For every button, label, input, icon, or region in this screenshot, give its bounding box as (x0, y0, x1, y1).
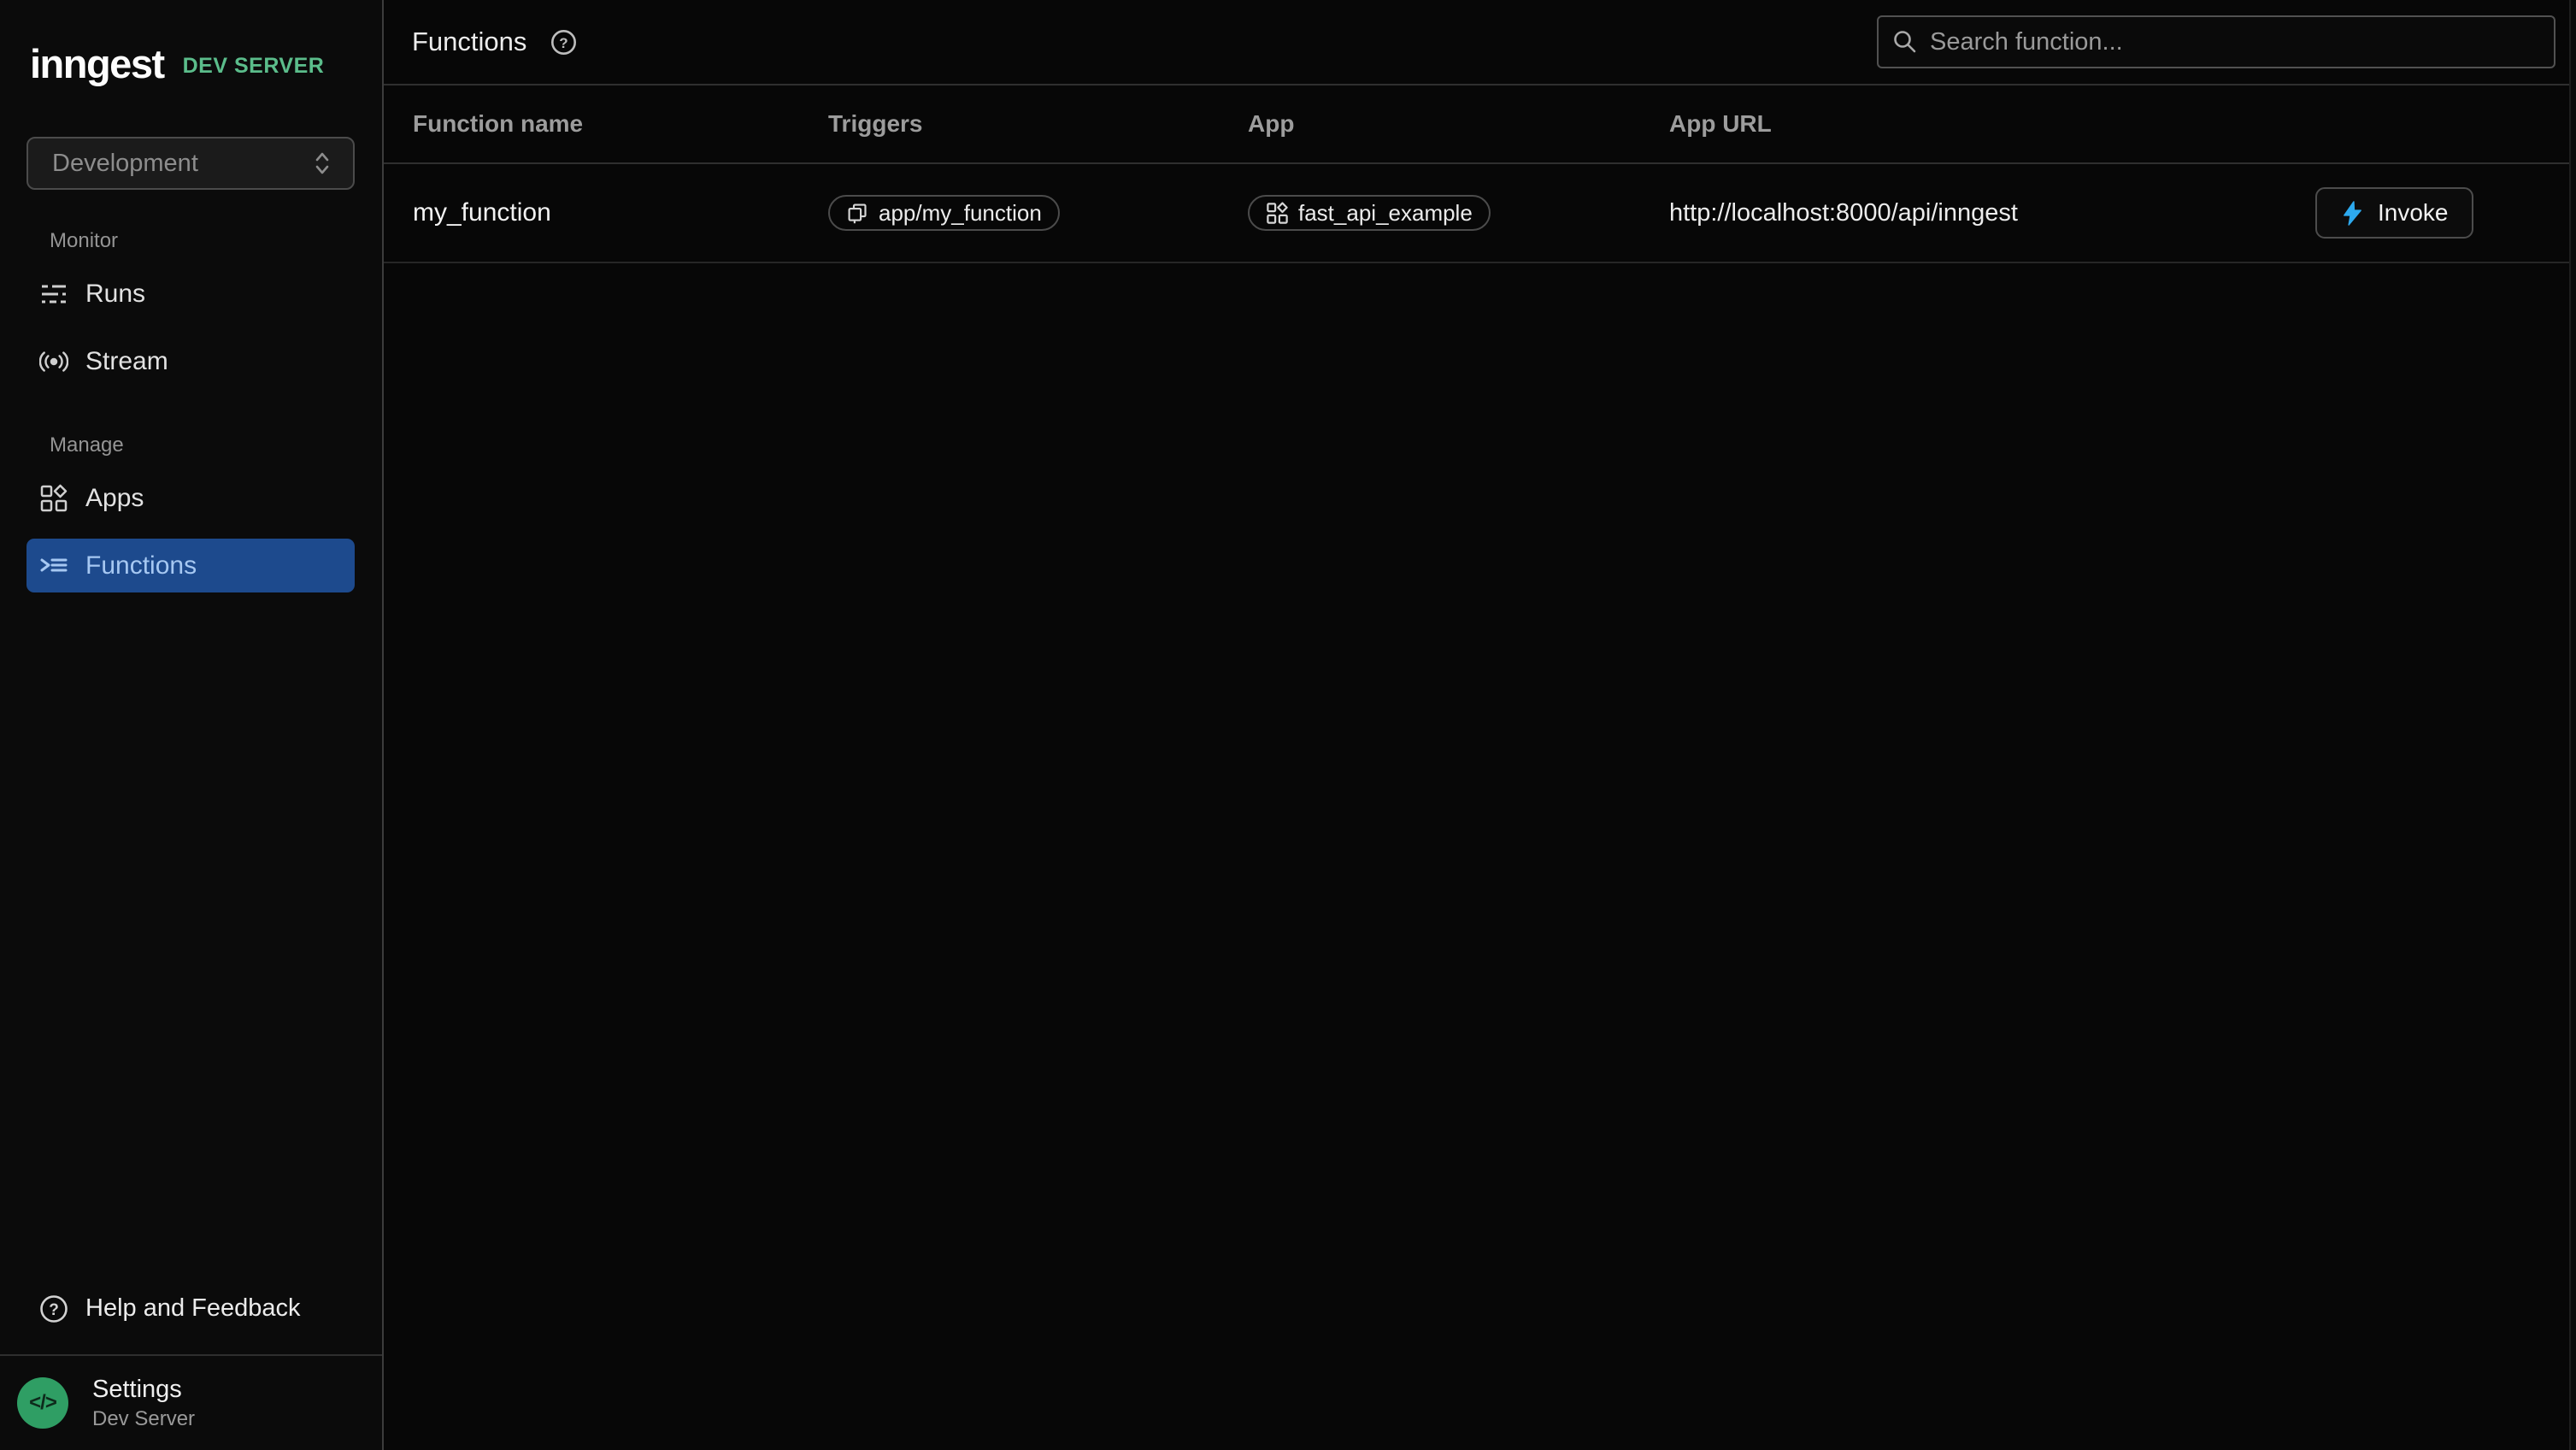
col-function-name: Function name (413, 110, 828, 138)
runs-icon (39, 280, 68, 309)
settings-label: Settings (92, 1376, 195, 1404)
topbar: Functions ? (384, 0, 2576, 85)
invoke-cell: Invoke (2315, 187, 2576, 239)
apps-icon (1266, 202, 1289, 225)
app-url-cell: http://localhost:8000/api/inngest (1669, 199, 2315, 227)
sidebar-item-stream[interactable]: Stream (26, 334, 355, 388)
function-name-cell: my_function (413, 198, 828, 227)
search-input[interactable] (1930, 28, 2540, 56)
sidebar-item-apps[interactable]: Apps (26, 471, 355, 525)
app-badge[interactable]: fast_api_example (1248, 195, 1491, 231)
settings-sublabel: Dev Server (92, 1407, 195, 1431)
search-box (1877, 15, 2555, 68)
event-frame-icon (846, 202, 869, 225)
env-badge: DEV SERVER (183, 50, 325, 79)
app-cell: fast_api_example (1248, 195, 1669, 231)
apps-icon (39, 484, 68, 513)
invoke-label: Invoke (2378, 199, 2449, 227)
dev-server-code-icon: </> (17, 1377, 68, 1429)
logo-row: inngest DEV SERVER (0, 0, 382, 91)
settings-text: Settings Dev Server (92, 1376, 195, 1431)
triggers-cell: app/my_function (828, 195, 1248, 231)
sidebar: inngest DEV SERVER Development Monitor R… (0, 0, 384, 1450)
inngest-dev-server-app: inngest DEV SERVER Development Monitor R… (0, 0, 2576, 1450)
lightning-bolt-icon (2340, 201, 2365, 226)
chevron-up-down-icon (310, 150, 334, 177)
sidebar-item-label: Functions (85, 551, 197, 581)
question-circle-icon: ? (39, 1294, 68, 1323)
invoke-button[interactable]: Invoke (2315, 187, 2473, 239)
help-and-feedback-label: Help and Feedback (85, 1294, 301, 1323)
svg-text:?: ? (49, 1301, 59, 1319)
settings-row[interactable]: </> Settings Dev Server (0, 1354, 382, 1450)
table-header: Function name Triggers App App URL (384, 85, 2576, 164)
sidebar-item-label: Stream (85, 347, 168, 376)
scrollbar-track[interactable] (2569, 0, 2576, 1450)
search-icon (1892, 29, 1918, 55)
section-label-monitor: Monitor (50, 229, 382, 253)
col-triggers: Triggers (828, 110, 1248, 138)
sidebar-item-label: Runs (85, 280, 145, 309)
help-icon[interactable]: ? (550, 29, 577, 56)
svg-text:?: ? (560, 35, 568, 51)
sidebar-item-runs[interactable]: Runs (26, 267, 355, 321)
section-label-manage: Manage (50, 433, 382, 457)
sidebar-item-label: Apps (85, 484, 144, 513)
main-content: Functions ? Function name Triggers App A… (384, 0, 2576, 1450)
table-row[interactable]: my_function app/my_function (384, 164, 2576, 263)
environment-selector[interactable]: Development (26, 137, 355, 190)
col-app-url: App URL (1669, 110, 2315, 138)
sidebar-spacer (0, 592, 382, 1282)
trigger-badge[interactable]: app/my_function (828, 195, 1060, 231)
environment-selector-value: Development (52, 150, 198, 178)
inngest-logo: inngest (30, 38, 164, 91)
help-and-feedback-link[interactable]: ? Help and Feedback (26, 1282, 355, 1335)
functions-icon (39, 551, 68, 581)
title-wrap: Functions ? (412, 27, 577, 57)
stream-icon (39, 347, 68, 376)
col-app: App (1248, 110, 1669, 138)
page-title: Functions (412, 27, 526, 57)
trigger-label: app/my_function (879, 200, 1042, 227)
sidebar-item-functions[interactable]: Functions (26, 539, 355, 592)
app-label: fast_api_example (1298, 200, 1473, 227)
